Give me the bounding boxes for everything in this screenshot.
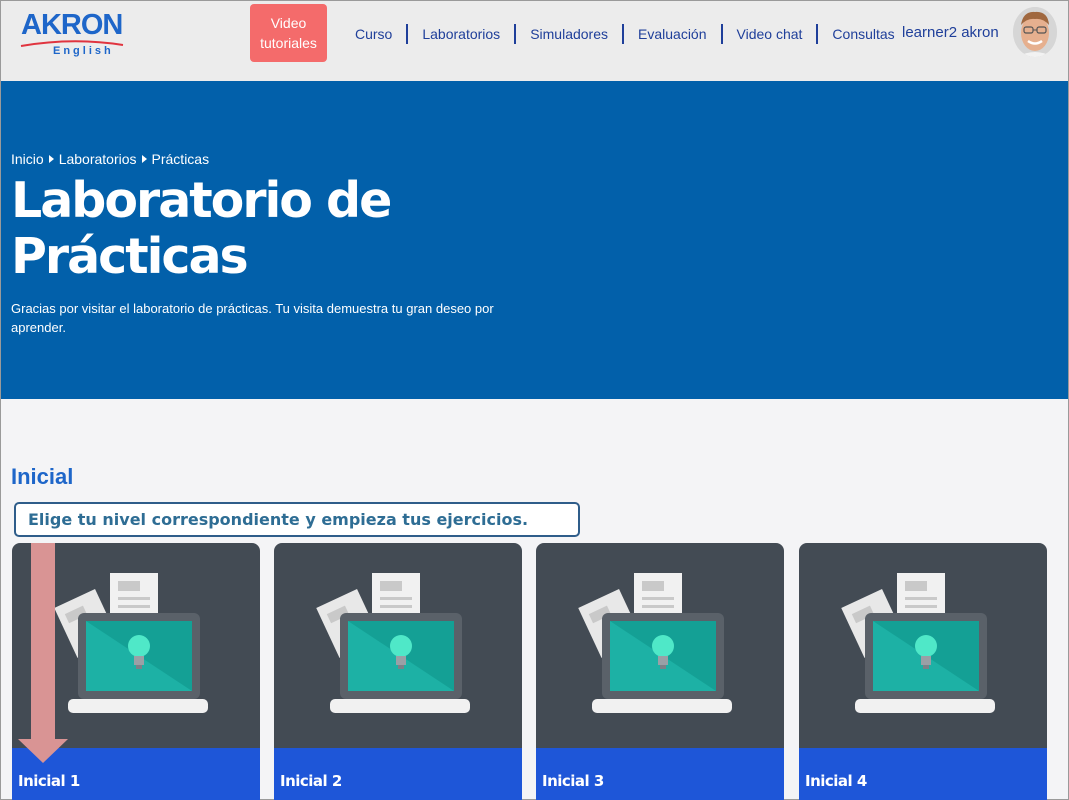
nav-item-curso[interactable]: Curso — [341, 23, 406, 45]
akron-logo[interactable]: AKRON English — [19, 9, 127, 61]
user-name[interactable]: learner2 akron — [902, 24, 999, 41]
laptop-lightbulb-icon — [578, 573, 732, 713]
annotation-arrow-icon — [18, 543, 68, 763]
page-title-line1: Laboratorio de — [11, 172, 392, 229]
level-card-inicial-3[interactable]: Inicial 3 — [536, 543, 784, 800]
page-title-line2: Prácticas — [11, 228, 249, 285]
card-label: Inicial 4 — [805, 772, 867, 790]
breadcrumb: Inicio Laboratorios Prácticas — [11, 151, 209, 167]
laptop-lightbulb-icon — [316, 573, 470, 713]
nav-item-consultas[interactable]: Consultas — [818, 23, 908, 45]
main-nav: Curso Laboratorios Simuladores Evaluació… — [341, 23, 909, 45]
video-tutorials-button[interactable]: Video tutoriales — [250, 4, 327, 62]
nav-item-laboratorios[interactable]: Laboratorios — [408, 23, 514, 45]
section-title: Inicial — [11, 464, 74, 489]
page-title: Laboratorio de Prácticas — [11, 173, 431, 285]
breadcrumb-inicio[interactable]: Inicio — [11, 151, 44, 167]
avatar[interactable] — [1013, 7, 1057, 57]
nav-item-video-chat[interactable]: Video chat — [723, 23, 817, 45]
card-label: Inicial 3 — [542, 772, 604, 790]
logo-text: AKRON — [21, 9, 123, 41]
video-button-line2: tutoriales — [260, 35, 317, 51]
breadcrumb-caret-icon — [48, 155, 54, 163]
level-card-inicial-4[interactable]: Inicial 4 — [799, 543, 1047, 800]
top-navigation-bar: AKRON English Video tutoriales Curso Lab… — [1, 1, 1068, 81]
video-button-line1: Video — [270, 15, 307, 31]
breadcrumb-laboratorios[interactable]: Laboratorios — [59, 151, 137, 167]
card-label: Inicial 1 — [18, 772, 80, 790]
hero-banner: Inicio Laboratorios Prácticas Laboratori… — [1, 81, 1068, 399]
instruction-callout: Elige tu nivel correspondiente y empieza… — [14, 502, 580, 537]
nav-item-simuladores[interactable]: Simuladores — [516, 23, 622, 45]
nav-item-evaluacion[interactable]: Evaluación — [624, 23, 721, 45]
laptop-lightbulb-icon — [54, 573, 208, 713]
logo-subtext: English — [53, 45, 114, 57]
level-card-inicial-2[interactable]: Inicial 2 — [274, 543, 522, 800]
laptop-lightbulb-icon — [841, 573, 995, 713]
card-label: Inicial 2 — [280, 772, 342, 790]
breadcrumb-caret-icon — [141, 155, 147, 163]
page-description: Gracias por visitar el laboratorio de pr… — [11, 301, 494, 335]
breadcrumb-practicas: Prácticas — [151, 151, 210, 167]
